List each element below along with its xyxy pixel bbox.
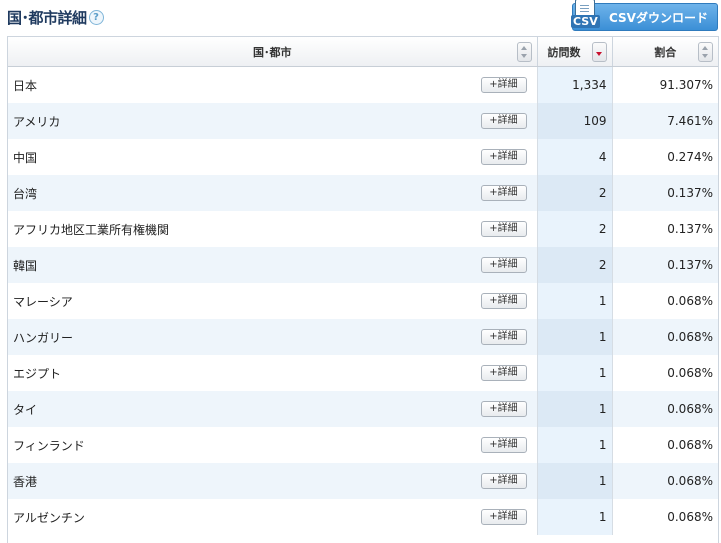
column-header-country-city[interactable]: 国･都市 [8, 37, 538, 67]
country-cell: 日本 +詳細 [8, 66, 538, 103]
detail-button[interactable]: +詳細 [480, 401, 527, 417]
sort-icon[interactable] [516, 42, 532, 62]
country-name: 中国 [13, 150, 38, 165]
visits-count: 2 [537, 175, 613, 211]
ratio-value: 0.137% [667, 222, 713, 236]
country-cell: アメリカ +詳細 [8, 103, 538, 139]
visits-count: 1 [537, 319, 613, 355]
visits-count: 1 [537, 355, 613, 391]
visits-count: 1 [537, 427, 613, 463]
visits-count: 1 [537, 283, 613, 319]
detail-button[interactable]: +詳細 [480, 293, 527, 309]
page-title-text: 国･都市詳細 [7, 8, 87, 27]
ratio-value: 0.068% [612, 463, 718, 499]
table-row: フィンランド +詳細 1 0.068% [8, 427, 718, 463]
table-header-row: 国･都市 訪問数 割合 [8, 37, 718, 67]
table-row: 韓国 +詳細 2 0.137% [8, 247, 718, 283]
country-name: 韓国 [13, 258, 38, 273]
table-row: ハンガリー +詳細 1 0.068% [8, 319, 718, 355]
table-row: アメリカ +詳細 109 7.461% [8, 103, 718, 139]
country-cell: 中国 +詳細 [8, 139, 538, 175]
country-name: 日本 [13, 78, 38, 93]
country-name: ハンガリー [13, 330, 74, 345]
visits-count: 109 [537, 103, 613, 139]
help-icon[interactable]: ? [88, 9, 104, 25]
table-row: タイ +詳細 1 0.068% [8, 391, 718, 427]
country-city-table: 国･都市 訪問数 割合 日本 +詳細 1,334 91.307% アメリカ +詳… [7, 36, 719, 543]
table-row: マレーシア +詳細 1 0.068% [8, 283, 718, 319]
visits-count: 1 [537, 463, 613, 499]
detail-button[interactable]: +詳細 [480, 257, 527, 273]
column-header-label: 訪問数 [547, 45, 581, 59]
country-name: 香港 [13, 474, 38, 489]
country-cell: ハンガリー +詳細 [8, 319, 538, 355]
csv-icon-label: CSV [571, 15, 600, 28]
csv-download-button[interactable]: CSV CSVダウンロード [571, 0, 718, 33]
detail-button[interactable]: +詳細 [480, 77, 527, 93]
country-cell: マレーシア +詳細 [8, 283, 538, 319]
sort-descending-icon[interactable] [591, 42, 607, 62]
ratio-value: 0.068% [667, 366, 713, 380]
country-cell: タイ +詳細 [8, 391, 538, 427]
country-cell: 台湾 +詳細 [8, 175, 538, 211]
table-row: 台湾 +詳細 2 0.137% [8, 175, 718, 211]
ratio-value: 0.068% [667, 294, 713, 308]
table-row: アルゼンチン +詳細 1 0.068% [8, 499, 718, 535]
table-row: 香港 +詳細 1 0.068% [8, 463, 718, 499]
table-row: エジプト +詳細 1 0.068% [8, 355, 718, 391]
csv-download-label: CSVダウンロード [609, 10, 708, 25]
table-row: 日本 +詳細 1,334 91.307% [8, 66, 718, 103]
country-name: アフリカ地区工業所有権機関 [13, 222, 170, 237]
ratio-value: 0.068% [667, 438, 713, 452]
detail-button[interactable]: +詳細 [480, 221, 527, 237]
visits-count: 2 [537, 247, 613, 283]
ratio-value: 91.307% [659, 78, 713, 92]
country-name: エジプト [13, 366, 62, 381]
detail-button[interactable]: +詳細 [480, 473, 527, 489]
country-cell: アフリカ地区工業所有権機関 +詳細 [8, 211, 538, 247]
ratio-value: 0.274% [667, 150, 713, 164]
column-header-label: 国･都市 [253, 45, 292, 59]
ratio-value: 0.068% [612, 319, 718, 355]
country-cell: 韓国 +詳細 [8, 247, 538, 283]
column-header-ratio[interactable]: 割合 [612, 37, 718, 67]
detail-button[interactable]: +詳細 [480, 509, 527, 525]
page-title: 国･都市詳細 ? [7, 6, 104, 28]
ratio-value: 0.137% [612, 247, 718, 283]
table-row: 中国 +詳細 4 0.274% [8, 139, 718, 175]
column-header-visits[interactable]: 訪問数 [537, 37, 613, 67]
visits-count: 1 [537, 499, 613, 535]
visits-count: 1 [537, 391, 613, 427]
csv-file-icon: CSV [571, 0, 600, 33]
visits-count: 4 [537, 139, 613, 175]
country-name: フィンランド [13, 438, 85, 453]
country-name: マレーシア [13, 294, 73, 309]
visits-count: 2 [537, 211, 613, 247]
country-name: タイ [13, 402, 38, 417]
ratio-value: 0.137% [612, 175, 718, 211]
country-cell: エジプト +詳細 [8, 355, 538, 391]
detail-button[interactable]: +詳細 [480, 437, 527, 453]
detail-button[interactable]: +詳細 [480, 185, 527, 201]
sort-icon[interactable] [698, 42, 713, 62]
country-name: アルゼンチン [13, 510, 85, 525]
ratio-value: 7.461% [612, 103, 718, 139]
country-cell: 香港 +詳細 [8, 463, 538, 499]
visits-count: 1,334 [537, 66, 613, 103]
detail-button[interactable]: +詳細 [480, 329, 527, 345]
detail-button[interactable]: +詳細 [480, 113, 527, 129]
detail-button[interactable]: +詳細 [480, 149, 527, 165]
ratio-value: 0.068% [667, 510, 713, 524]
country-name: 台湾 [13, 186, 38, 201]
country-name: アメリカ [13, 114, 61, 129]
detail-button[interactable]: +詳細 [480, 365, 527, 381]
country-cell: アルゼンチン +詳細 [8, 499, 538, 535]
column-header-label: 割合 [654, 45, 677, 59]
table-row: アフリカ地区工業所有権機関 +詳細 2 0.137% [8, 211, 718, 247]
country-cell: フィンランド +詳細 [8, 427, 538, 463]
ratio-value: 0.068% [612, 391, 718, 427]
